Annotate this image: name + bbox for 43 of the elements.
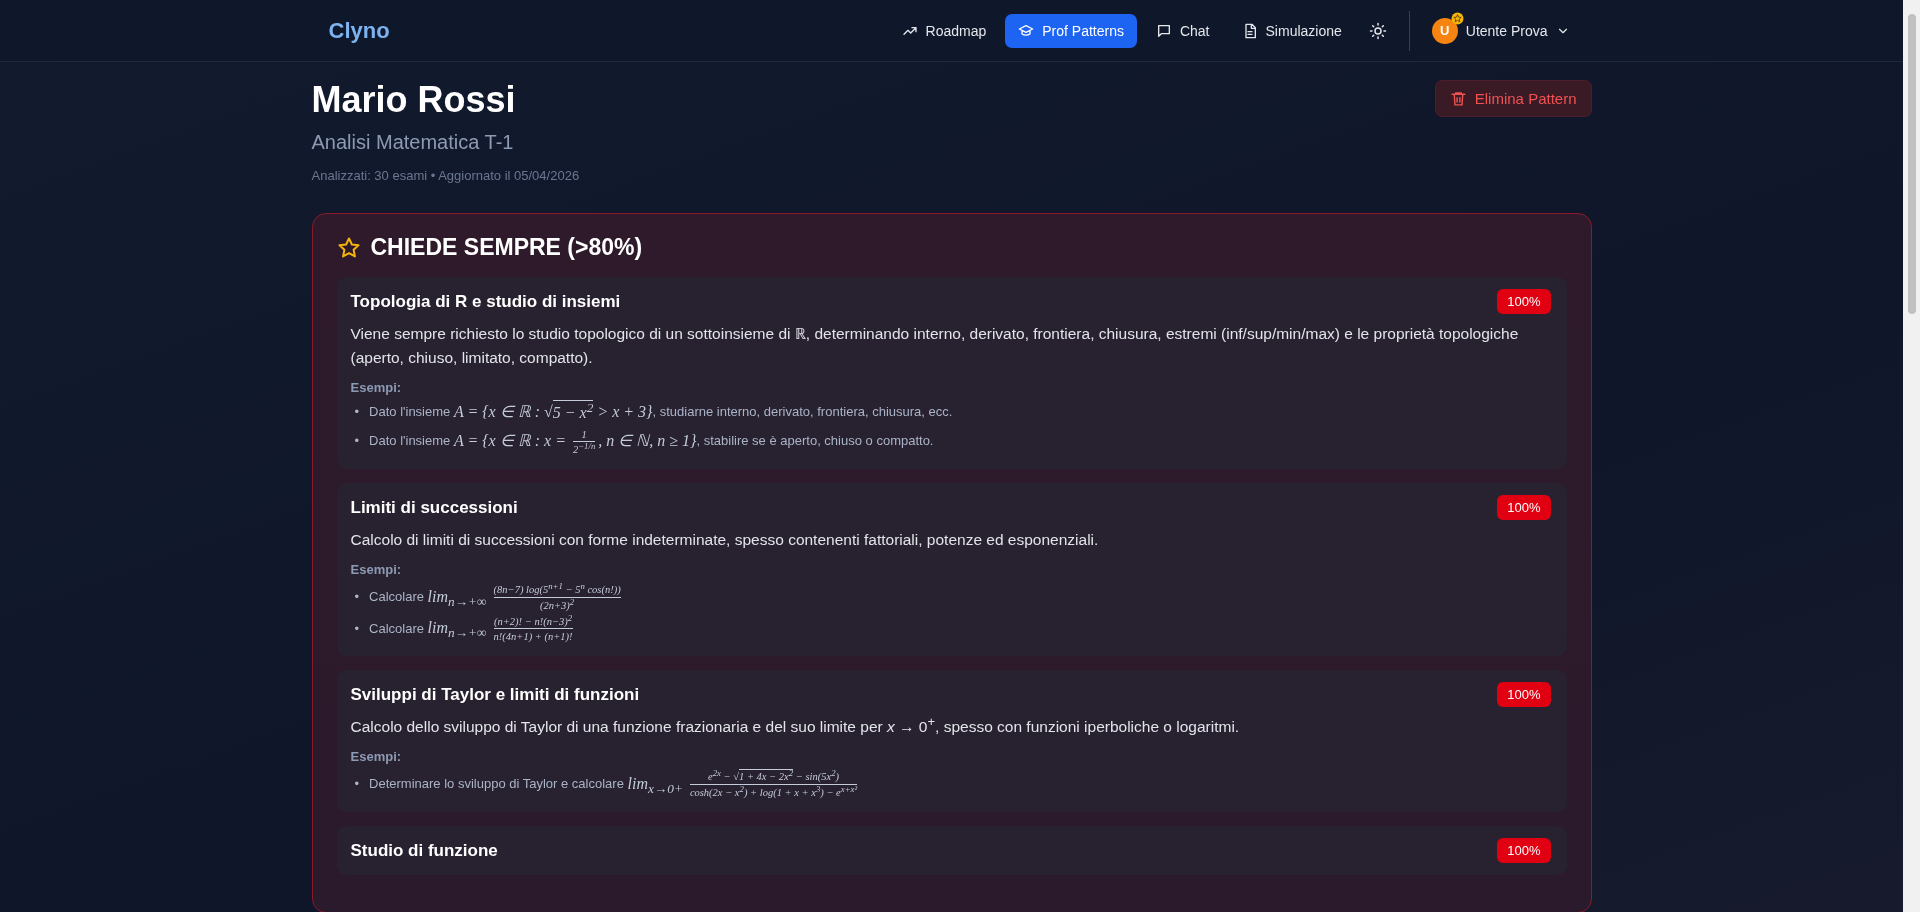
bullet: • [354, 403, 360, 422]
frequency-badge: 100% [1497, 838, 1551, 863]
frequency-badge: 100% [1497, 682, 1551, 708]
pattern-title: Topologia di R e studio di insiemi [350, 291, 621, 312]
app-logo[interactable]: Clyno [328, 17, 889, 44]
frequency-badge: 100% [1497, 289, 1551, 315]
pattern-title: Studio di funzione [350, 840, 498, 861]
example-text: Determinare lo sviluppo di Taylor e calcolare lim$_{x→0+}$ e$^{2x}$ − √1 + 4x − 2x$^{2}$ − sin(5x$^{2}$) cosh(2x − x$^{2}$) + log(1 + x + x$^{3}$) − e$^{x+x²}$ [369, 768, 859, 800]
examples-label: Esempi: [350, 562, 403, 578]
example-text: Calcolare lim$_{n→+∞}$ (n+2)! − n!(n−3)$^{2}$ n!(4n+1) + (n+1)! [369, 612, 574, 645]
chat-icon [1155, 22, 1172, 39]
sun-icon[interactable] [1368, 21, 1387, 40]
course-name: Analisi Matematica T-1 [311, 131, 515, 155]
pattern-title: Limiti di successioni [350, 497, 518, 518]
scrollbar-thumb[interactable] [1907, 14, 1916, 314]
frequency-badge: 100% [1497, 495, 1551, 521]
delete-pattern-button[interactable]: Elimina Pattern [1434, 80, 1592, 117]
user-name[interactable]: Utente Prova [1465, 22, 1548, 39]
bullet: • [354, 587, 360, 606]
star-badge-icon [1450, 11, 1464, 25]
nav-link[interactable]: Chat [1142, 13, 1223, 48]
nav-link[interactable]: Roadmap [888, 13, 1000, 48]
graduation-cap-icon [1018, 22, 1035, 39]
example-text: Dato l'insieme A = {x ∈ ℝ : x = 1 2$^{−1/n}$ , n ∈ ℕ, n ≥ 1}, stabilire se è aperto, chiuso o compatto. [369, 427, 934, 458]
trash-icon [1449, 90, 1467, 107]
pattern-title: Sviluppi di Taylor e limiti di funzioni [350, 684, 640, 705]
star-icon [336, 235, 361, 260]
pattern-description: Calcolo dello sviluppo di Taylor di una funzione frazionaria e del suo limite per x → 0$^{+}$, spesso con funzioni iperboliche o logaritmi. [350, 715, 1241, 738]
examples-label: Esempi: [350, 749, 403, 765]
section-title: CHIEDE SEMPRE (>80%) [370, 234, 643, 262]
pattern-description: Viene sempre richiesto lo studio topologico di un sottoinsieme di ℝ, determinando interno, derivato, frontiera, chiusura, estremi (inf/sup/min/max) e le proprietà topologiche (aperto, chiuso, limitato, compatto). [350, 324, 1520, 369]
professor-name: Mario Rossi [311, 78, 517, 122]
pattern-description: Calcolo di limiti di successioni con forme indeterminate, spesso contenenti fattoriali, potenze ed esponenziali. [350, 530, 1100, 551]
scrollbar[interactable] [1903, 0, 1920, 912]
bullet: • [354, 432, 360, 451]
example-text: Dato l'insieme A = {x ∈ ℝ : √5 − x$^{2}$ > x + 3}, studiarne interno, derivato, frontiera, chiusura, ecc. [369, 399, 953, 426]
example-text: Calcolare lim$_{n→+∞}$ (8n−7) log(5$^{n+1}$ − 5$^{n}$ cos(n!)) (2n+3)$^{2}$ [369, 581, 622, 613]
bullet: • [354, 775, 360, 794]
nav-link[interactable]: Simulazione [1228, 13, 1355, 48]
bullet: • [354, 619, 360, 638]
analysis-meta: Analizzati: 30 esami • Aggiornato il 05/04/2026 [311, 168, 580, 184]
nav-link[interactable]: Prof Patterns [1005, 13, 1137, 48]
examples-label: Esempi: [350, 380, 403, 396]
